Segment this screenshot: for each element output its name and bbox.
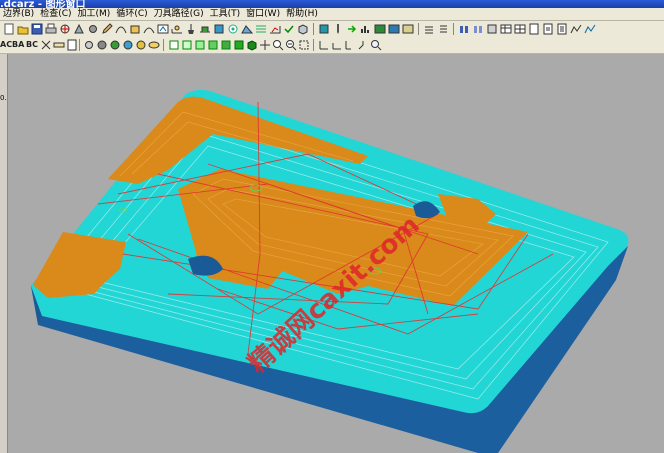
coordinate-label: 0.	[0, 94, 7, 102]
settings-icon[interactable]	[87, 23, 99, 35]
post-icon[interactable]	[402, 23, 414, 35]
solid-icon[interactable]	[458, 23, 470, 35]
zoom-box-icon[interactable]	[298, 39, 310, 51]
feature-icon[interactable]	[199, 23, 211, 35]
axis-z-icon[interactable]	[357, 39, 369, 51]
view-back-icon[interactable]	[220, 39, 232, 51]
ellipse-icon[interactable]	[148, 39, 160, 51]
menu-check[interactable]: 检查(C)	[37, 9, 74, 19]
save-icon[interactable]	[31, 23, 43, 35]
axis-y-icon[interactable]	[344, 39, 356, 51]
table-icon[interactable]	[500, 23, 512, 35]
ball-icon[interactable]	[135, 39, 147, 51]
menu-toolpath[interactable]: 刀具路径(G)	[151, 9, 207, 19]
print-icon[interactable]	[45, 23, 57, 35]
zoom-in-icon[interactable]	[272, 39, 284, 51]
block-icon[interactable]	[129, 23, 141, 35]
ac-button[interactable]: AC	[0, 40, 12, 49]
window-title: .dcarz - 图形窗口	[0, 0, 86, 8]
finish-icon[interactable]	[269, 23, 281, 35]
menu-help[interactable]: 帮助(H)	[283, 9, 321, 19]
open-folder-icon[interactable]	[17, 23, 29, 35]
magnify-icon[interactable]	[370, 39, 382, 51]
bc-button[interactable]: BC	[26, 40, 38, 49]
cube-icon[interactable]	[297, 23, 309, 35]
menu-bar: 边界(B) 检查(C) 加工(M) 循环(C) 刀具路径(G) 工具(T) 窗口…	[0, 8, 664, 21]
separator	[418, 23, 419, 35]
view-iso-icon[interactable]	[246, 39, 258, 51]
shade-icon[interactable]	[96, 39, 108, 51]
boundary-icon[interactable]	[171, 23, 183, 35]
grid-icon[interactable]	[514, 23, 526, 35]
separator	[163, 39, 164, 51]
axis-icon[interactable]	[318, 39, 330, 51]
zoom-fit-icon[interactable]	[259, 39, 271, 51]
arc-tool-icon[interactable]	[143, 23, 155, 35]
zoom-out-icon[interactable]	[285, 39, 297, 51]
separator	[313, 39, 314, 51]
sphere-icon[interactable]	[109, 39, 121, 51]
menu-boundary[interactable]: 边界(B)	[0, 9, 37, 19]
simulate-icon[interactable]	[374, 23, 386, 35]
menu-machining[interactable]: 加工(M)	[75, 9, 114, 19]
surface-icon[interactable]	[241, 23, 253, 35]
report-icon[interactable]	[556, 23, 568, 35]
view-bottom-icon[interactable]	[233, 39, 245, 51]
part-model-render: 精诚网caxit.com	[8, 54, 664, 453]
view-front-icon[interactable]	[181, 39, 193, 51]
ba-button[interactable]: BA	[12, 40, 24, 49]
check-icon[interactable]	[283, 23, 295, 35]
region-icon[interactable]	[213, 23, 225, 35]
menu-cycle[interactable]: 循环(C)	[113, 9, 150, 19]
axis-x-icon[interactable]	[331, 39, 343, 51]
export-icon[interactable]	[542, 23, 554, 35]
chart-icon[interactable]	[360, 23, 372, 35]
sheet-icon[interactable]	[528, 23, 540, 35]
view-toolbar: AC BA BC	[0, 37, 664, 54]
drill-icon[interactable]	[332, 23, 344, 35]
left-panel-strip: 0.	[0, 54, 8, 453]
arrow-icon[interactable]	[346, 23, 358, 35]
graphics-viewport[interactable]: 精诚网caxit.com	[8, 54, 664, 453]
main-toolbar	[0, 21, 664, 38]
stock-icon[interactable]	[486, 23, 498, 35]
playback-icon[interactable]	[584, 23, 596, 35]
separator	[313, 23, 314, 35]
mill-icon[interactable]	[318, 23, 330, 35]
view-left-icon[interactable]	[207, 39, 219, 51]
verify-icon[interactable]	[388, 23, 400, 35]
toolpath-icon[interactable]	[570, 23, 582, 35]
list-icon[interactable]	[437, 23, 449, 35]
mirror-icon[interactable]	[472, 23, 484, 35]
settings-icon[interactable]	[83, 39, 95, 51]
sketch-icon[interactable]	[115, 23, 127, 35]
scissors-icon[interactable]	[40, 39, 52, 51]
menu-tools[interactable]: 工具(T)	[207, 9, 244, 19]
separator	[79, 39, 80, 51]
globe-icon[interactable]	[122, 39, 134, 51]
view-right-icon[interactable]	[194, 39, 206, 51]
separator	[453, 23, 454, 35]
new-icon[interactable]	[3, 23, 15, 35]
page-icon[interactable]	[66, 39, 78, 51]
compass-icon[interactable]	[59, 23, 71, 35]
tool-icon[interactable]	[185, 23, 197, 35]
title-bar: .dcarz - 图形窗口	[0, 0, 664, 8]
menu-window[interactable]: 窗口(W)	[243, 9, 283, 19]
raster-icon[interactable]	[255, 23, 267, 35]
shapes-icon[interactable]	[73, 23, 85, 35]
view-top-icon[interactable]	[168, 39, 180, 51]
layer-icon[interactable]	[423, 23, 435, 35]
pencil-icon[interactable]	[101, 23, 113, 35]
ruler-icon[interactable]	[53, 39, 65, 51]
spiral-icon[interactable]	[227, 23, 239, 35]
dwg-icon[interactable]	[157, 23, 169, 35]
